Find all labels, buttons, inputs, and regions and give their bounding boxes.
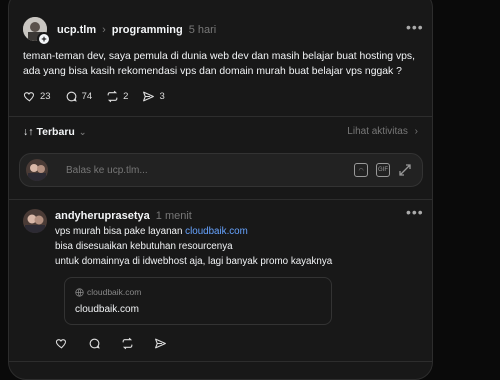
preview-domain-row: cloudbaik.com bbox=[75, 287, 141, 297]
more-icon[interactable]: ••• bbox=[406, 19, 424, 35]
repost-count: 2 bbox=[123, 91, 129, 102]
comment-text: vps murah bisa pake layanan cloudbaik.co… bbox=[55, 224, 415, 269]
share-count: 3 bbox=[159, 91, 165, 102]
repost-icon bbox=[122, 337, 133, 350]
post-text-line: ada yang bisa kasih rekomendasi vps dan … bbox=[23, 66, 402, 77]
repost-button[interactable]: 2 bbox=[106, 90, 128, 103]
image-icon[interactable]: ◠ bbox=[354, 163, 368, 177]
post-username[interactable]: ucp.tlm bbox=[57, 24, 96, 36]
activity-label: Lihat aktivitas bbox=[347, 126, 408, 137]
comment-username[interactable]: andyheruprasetya bbox=[55, 210, 150, 222]
preview-title: cloudbaik.com bbox=[75, 304, 139, 315]
comment-line: bisa disesuaikan kebutuhan resourcenya bbox=[55, 241, 233, 252]
post-text: teman-teman dev, saya pemula di dunia we… bbox=[23, 49, 423, 79]
comment-button[interactable]: 74 bbox=[65, 90, 93, 103]
heart-icon bbox=[23, 92, 35, 102]
heart-icon bbox=[55, 339, 67, 349]
share-icon bbox=[143, 91, 155, 102]
divider bbox=[9, 116, 432, 117]
expand-icon[interactable] bbox=[398, 163, 412, 177]
sort-label: Terbaru bbox=[36, 126, 75, 138]
thread-card: + ucp.tlm › programming 5 hari ••• teman… bbox=[8, 0, 433, 380]
post-community[interactable]: programming bbox=[112, 24, 183, 36]
chevron-right-icon: › bbox=[414, 126, 418, 137]
comment-line-prefix: vps murah bisa pake layanan bbox=[55, 226, 186, 237]
chevron-right-icon: › bbox=[102, 24, 106, 36]
globe-icon bbox=[75, 287, 84, 297]
link-preview[interactable]: cloudbaik.com cloudbaik.com bbox=[64, 277, 332, 325]
comment-header: andyheruprasetya 1 menit bbox=[55, 210, 192, 222]
share-button[interactable] bbox=[154, 337, 171, 350]
divider bbox=[9, 199, 432, 200]
comment-count: 74 bbox=[81, 91, 93, 102]
post-avatar[interactable]: + bbox=[23, 17, 53, 47]
post-actions: 23 74 2 3 bbox=[23, 90, 179, 103]
comment-icon bbox=[89, 338, 100, 349]
like-button[interactable] bbox=[55, 337, 72, 350]
chevron-down-icon: ⌄ bbox=[78, 126, 87, 137]
share-icon bbox=[155, 338, 166, 349]
post-time: 5 hari bbox=[188, 24, 217, 36]
reply-tools: ◠ GIF bbox=[354, 163, 412, 177]
reply-box[interactable]: Balas ke ucp.tlm... ◠ GIF bbox=[19, 153, 423, 187]
post-text-line: teman-teman dev, saya pemula di dunia we… bbox=[23, 51, 415, 62]
sort-dropdown[interactable]: ↓↑ Terbaru ⌄ bbox=[23, 126, 86, 138]
comment-button[interactable] bbox=[88, 337, 105, 350]
post-header: ucp.tlm › programming 5 hari bbox=[57, 24, 216, 36]
like-count: 23 bbox=[40, 91, 51, 102]
sort-icon: ↓↑ bbox=[23, 126, 34, 138]
comment-icon bbox=[66, 91, 77, 102]
comment-avatar[interactable] bbox=[23, 209, 47, 233]
activity-link[interactable]: Lihat aktivitas › bbox=[347, 126, 418, 137]
comment-time: 1 menit bbox=[155, 210, 192, 222]
reply-avatar bbox=[26, 159, 48, 181]
comment-line: untuk domainnya di idwebhost aja, lagi b… bbox=[55, 256, 333, 267]
like-button[interactable]: 23 bbox=[23, 90, 51, 103]
repost-button[interactable] bbox=[121, 337, 138, 350]
repost-icon bbox=[107, 90, 118, 103]
follow-plus-icon[interactable]: + bbox=[37, 32, 51, 46]
preview-domain: cloudbaik.com bbox=[87, 287, 142, 297]
gif-icon[interactable]: GIF bbox=[376, 163, 390, 177]
comment-actions bbox=[55, 337, 185, 350]
more-icon[interactable]: ••• bbox=[406, 204, 424, 220]
reply-placeholder: Balas ke ucp.tlm... bbox=[66, 165, 148, 176]
share-button[interactable]: 3 bbox=[142, 90, 165, 103]
divider bbox=[9, 361, 432, 362]
comment-line: vps murah bisa pake layanan cloudbaik.co… bbox=[55, 224, 415, 239]
comment-link[interactable]: cloudbaik.com bbox=[185, 226, 248, 237]
